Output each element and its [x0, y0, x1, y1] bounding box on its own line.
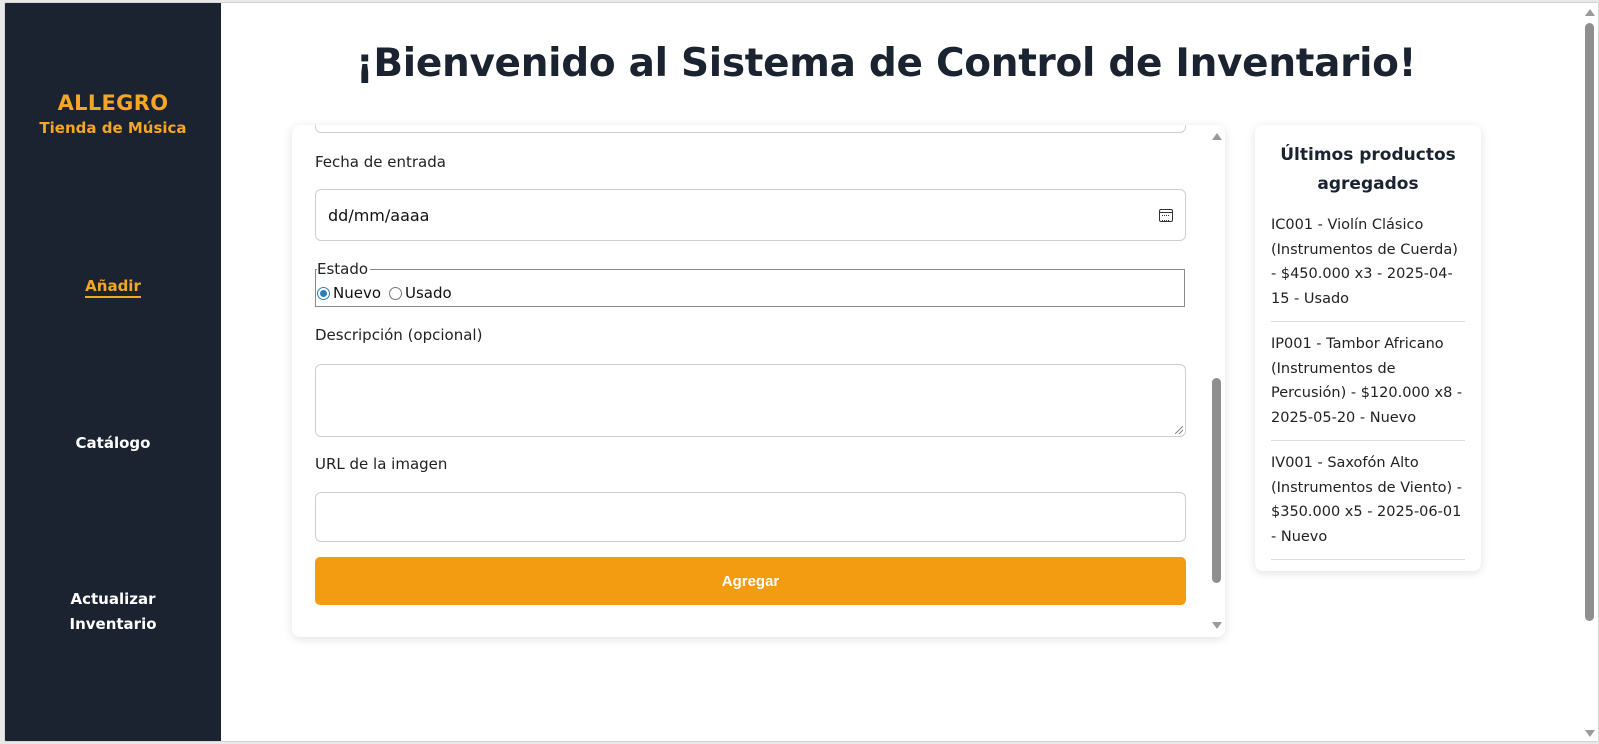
list-item: IC001 - Violín Clásico (Instrumentos de …: [1271, 211, 1465, 322]
date-input[interactable]: dd/mm/aaaa: [315, 189, 1186, 241]
radio-option-used[interactable]: Usado: [389, 284, 452, 302]
resize-grip-icon[interactable]: [1175, 426, 1183, 434]
radio-new[interactable]: [317, 286, 330, 300]
state-legend: Estado: [317, 260, 371, 278]
brand-name: ALLEGRO: [57, 91, 169, 115]
sidebar-item-label: Añadir: [85, 277, 141, 298]
list-item: IV001 - Saxofón Alto (Instrumentos de Vi…: [1271, 449, 1465, 560]
calendar-icon[interactable]: [1159, 208, 1173, 222]
page-scroll-up-icon[interactable]: [1585, 9, 1595, 16]
image-url-input[interactable]: [315, 492, 1186, 542]
recent-products-title: Últimos productos agregados: [1280, 145, 1456, 194]
description-label: Descripción (opcional): [315, 326, 483, 344]
state-radio-group: Nuevo Usado: [317, 284, 456, 302]
list-item: IP001 - Tambor Africano (Instrumentos de…: [1271, 330, 1465, 441]
form-scrollbar[interactable]: [1208, 125, 1225, 637]
sidebar-item-label: Actualizar Inventario: [69, 590, 157, 633]
radio-new-label: Nuevo: [333, 284, 382, 302]
radio-used[interactable]: [389, 286, 403, 300]
radio-used-label: Usado: [405, 284, 452, 302]
scroll-thumb[interactable]: [1212, 378, 1221, 583]
date-placeholder: dd/mm/aaaa: [328, 205, 430, 225]
brand-subtitle: Tienda de Música: [39, 119, 187, 137]
radio-option-new[interactable]: Nuevo: [317, 284, 381, 302]
state-fieldset: Estado Nuevo Usado: [315, 260, 1185, 307]
app-window: ALLEGRO Tienda de Música Añadir Catálogo…: [4, 2, 1599, 742]
page-scrollbar[interactable]: [1581, 3, 1598, 741]
sidebar-item-update-inventory[interactable]: Actualizar Inventario: [5, 587, 221, 637]
add-product-form: Fecha de entrada dd/mm/aaaa Estado Nuevo…: [292, 125, 1225, 637]
page-scroll-down-icon[interactable]: [1585, 730, 1595, 737]
sidebar-item-add[interactable]: Añadir: [5, 274, 221, 299]
page-scroll-thumb[interactable]: [1585, 23, 1594, 621]
scroll-down-icon[interactable]: [1212, 622, 1222, 629]
sidebar-item-catalog[interactable]: Catálogo: [5, 431, 221, 456]
page-title: ¡Bienvenido al Sistema de Control de Inv…: [355, 41, 1417, 86]
description-textarea[interactable]: [315, 364, 1186, 437]
recent-products-panel: Últimos productos agregados IC001 - Viol…: [1255, 125, 1481, 571]
date-label: Fecha de entrada: [315, 153, 446, 171]
image-url-label: URL de la imagen: [315, 455, 448, 473]
sidebar-item-label: Catálogo: [75, 434, 151, 452]
scroll-up-icon[interactable]: [1212, 133, 1222, 140]
previous-field-input[interactable]: [315, 125, 1186, 133]
add-button[interactable]: Agregar: [315, 557, 1186, 605]
sidebar: ALLEGRO Tienda de Música Añadir Catálogo…: [5, 3, 221, 741]
brand: ALLEGRO Tienda de Música: [5, 91, 221, 137]
